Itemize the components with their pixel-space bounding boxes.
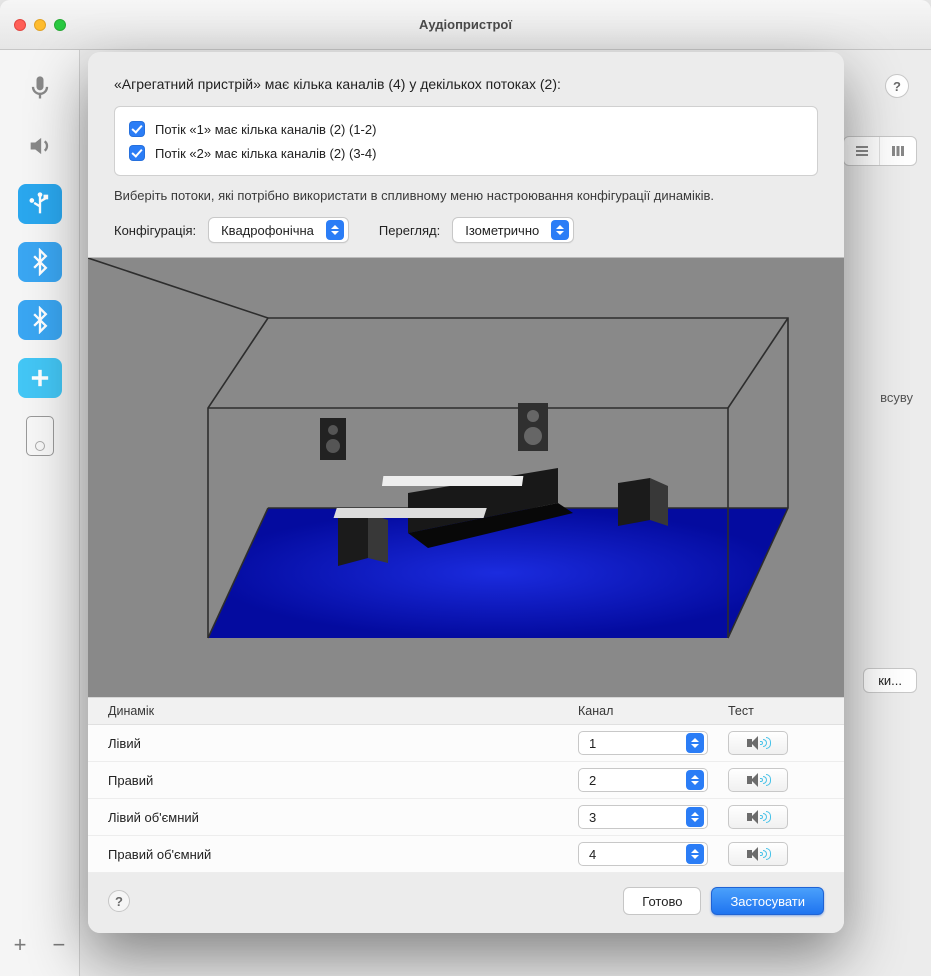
chevron-up-down-icon	[686, 733, 704, 753]
speaker-row: Лівий 1	[88, 725, 844, 762]
front-right-speaker-icon	[518, 403, 548, 451]
help-button[interactable]: ?	[885, 74, 909, 98]
chevron-up-down-icon	[686, 844, 704, 864]
background-button-partial[interactable]: ки...	[863, 668, 917, 693]
chevron-up-down-icon	[551, 220, 569, 240]
test-button[interactable]	[728, 805, 788, 829]
view-popup[interactable]: Ізометрично	[452, 217, 574, 243]
channel-popup[interactable]: 4	[578, 842, 708, 866]
stream-row-2: Потік «2» має кілька каналів (2) (3-4)	[129, 141, 803, 165]
speaker-config-sheet: «Агрегатний пристрій» має кілька каналів…	[88, 52, 844, 933]
test-speaker-icon	[747, 847, 769, 861]
header-test: Тест	[728, 704, 824, 718]
done-button[interactable]: Готово	[623, 887, 701, 915]
view-label: Перегляд:	[379, 223, 440, 238]
test-button[interactable]	[728, 842, 788, 866]
speaker-name: Лівий	[108, 736, 578, 751]
column-view-icon[interactable]	[880, 137, 916, 165]
configuration-popup[interactable]: Квадрофонічна	[208, 217, 349, 243]
front-left-speaker-icon	[320, 418, 346, 460]
channel-value: 1	[589, 736, 596, 751]
sheet-help-button[interactable]: ?	[108, 890, 130, 912]
channel-popup[interactable]: 1	[578, 731, 708, 755]
header-channel: Канал	[578, 704, 728, 718]
stream-2-label: Потік «2» має кілька каналів (2) (3-4)	[155, 146, 376, 161]
speaker-row: Правий 2	[88, 762, 844, 799]
test-button[interactable]	[728, 731, 788, 755]
usb-device-icon[interactable]	[18, 184, 62, 224]
aggregate-device-icon[interactable]	[18, 358, 62, 398]
surround-right-speaker-icon	[618, 478, 668, 526]
test-speaker-icon	[747, 736, 769, 750]
hint-text: Виберіть потоки, які потрібно використат…	[114, 188, 818, 203]
microphone-icon[interactable]	[18, 68, 62, 108]
sheet-heading: «Агрегатний пристрій» має кілька каналів…	[114, 76, 818, 92]
channel-popup[interactable]: 3	[578, 805, 708, 829]
chevron-up-down-icon	[686, 807, 704, 827]
channel-value: 2	[589, 773, 596, 788]
window-title: Аудіопристрої	[66, 17, 865, 32]
titlebar: Аудіопристрої	[0, 0, 931, 50]
surround-left-speaker-icon	[338, 513, 388, 566]
channel-value: 3	[589, 810, 596, 825]
channel-popup[interactable]: 2	[578, 768, 708, 792]
speaker-name: Правий	[108, 773, 578, 788]
stream-checklist: Потік «1» має кілька каналів (2) (1-2) П…	[114, 106, 818, 176]
stream-1-label: Потік «1» має кілька каналів (2) (1-2)	[155, 122, 376, 137]
speaker-row: Лівий об'ємний 3	[88, 799, 844, 836]
stream-1-checkbox[interactable]	[129, 121, 145, 137]
configuration-value: Квадрофонічна	[221, 223, 324, 238]
stream-2-checkbox[interactable]	[129, 145, 145, 161]
speaker-name: Лівий об'ємний	[108, 810, 578, 825]
sheet-footer: ? Готово Застосувати	[88, 873, 844, 933]
test-button[interactable]	[728, 768, 788, 792]
list-view-icon[interactable]	[844, 137, 880, 165]
stream-row-1: Потік «1» має кілька каналів (2) (1-2)	[129, 117, 803, 141]
background-label-partial: всуву	[880, 390, 913, 405]
close-button[interactable]	[14, 19, 26, 31]
test-speaker-icon	[747, 773, 769, 787]
window-controls	[14, 19, 66, 31]
speaker-name: Правий об'ємний	[108, 847, 578, 862]
speaker-icon[interactable]	[18, 126, 62, 166]
phone-device-icon[interactable]	[26, 416, 54, 456]
maximize-button[interactable]	[54, 19, 66, 31]
speaker-table-header: Динамік Канал Тест	[88, 697, 844, 725]
speaker-row: Правий об'ємний 4	[88, 836, 844, 873]
bluetooth-device-2-icon[interactable]	[18, 300, 62, 340]
view-value: Ізометрично	[465, 223, 549, 238]
chevron-up-down-icon	[326, 220, 344, 240]
device-sidebar: + −	[0, 50, 80, 976]
room-3d-preview[interactable]	[88, 257, 844, 697]
apply-button[interactable]: Застосувати	[711, 887, 824, 915]
bluetooth-device-1-icon[interactable]	[18, 242, 62, 282]
config-label: Конфігурація:	[114, 223, 196, 238]
add-device-button[interactable]: +	[14, 932, 27, 958]
test-speaker-icon	[747, 810, 769, 824]
chevron-up-down-icon	[686, 770, 704, 790]
minimize-button[interactable]	[34, 19, 46, 31]
remove-device-button[interactable]: −	[53, 932, 66, 958]
view-mode-segmented[interactable]	[843, 136, 917, 166]
header-speaker: Динамік	[108, 704, 578, 718]
channel-value: 4	[589, 847, 596, 862]
